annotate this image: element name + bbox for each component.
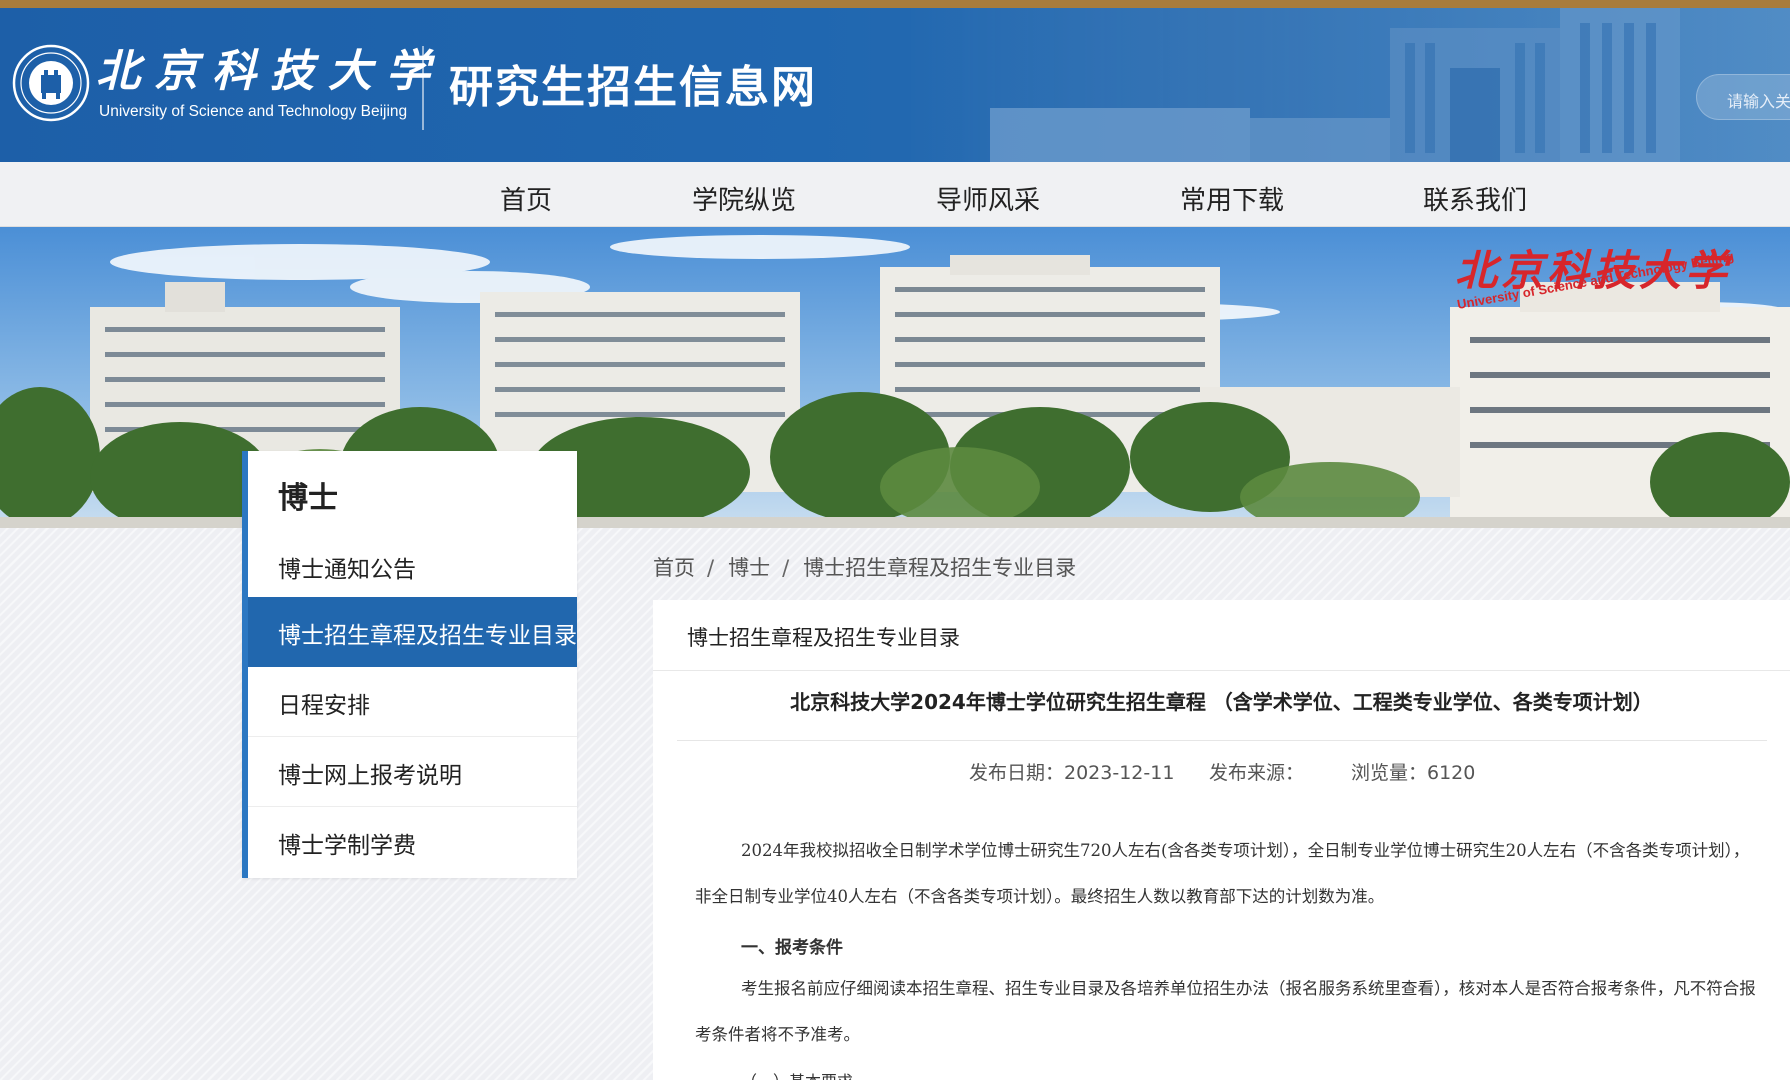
sidebar: 博士 博士通知公告 博士招生章程及招生专业目录 日程安排 博士网上报考说明 博士… (242, 451, 577, 878)
sidebar-item-tuition[interactable]: 博士学制学费 (248, 807, 577, 877)
sidebar-item-admission-rules[interactable]: 博士招生章程及招生专业目录 (248, 597, 577, 667)
article-paragraph: 2024年我校拟招收全日制学术学位博士研究生720人左右(含各类专项计划），全日… (695, 841, 1750, 906)
title-divider (677, 740, 1767, 741)
site-header: 北京科技大学 University of Science and Technol… (0, 8, 1790, 162)
breadcrumb-current[interactable]: 博士招生章程及招生专业目录 (803, 556, 1076, 580)
article-paragraph: 考生报名前应仔细阅读本招生章程、招生专业目录及各培养单位招生办法（报名服务系统里… (695, 979, 1756, 1044)
nav-item-colleges[interactable]: 学院纵览 (692, 180, 796, 217)
publish-date: 发布日期：2023-12-11 (969, 762, 1175, 784)
breadcrumb-separator: / (782, 556, 790, 580)
view-count: 浏览量：6120 (1351, 762, 1476, 784)
sidebar-item-notices[interactable]: 博士通知公告 (248, 531, 577, 601)
site-title: 研究生招生信息网 (449, 62, 817, 113)
header-divider (422, 46, 424, 130)
nav-item-downloads[interactable]: 常用下载 (1180, 180, 1284, 217)
article-subheading: （一）基本要求 (741, 1068, 853, 1080)
article-title: 北京科技大学2024年博士学位研究生招生章程 （含学术学位、工程类专业学位、各类… (790, 690, 1653, 714)
header-building-graphic (890, 8, 1790, 162)
breadcrumb-phd[interactable]: 博士 (728, 556, 770, 580)
university-logo-text: 北京科技大学 (96, 46, 444, 97)
section-title: 博士招生章程及招生专业目录 (653, 600, 1790, 671)
main-nav: 首页 学院纵览 导师风采 常用下载 联系我们 (0, 162, 1790, 227)
search-input[interactable] (1696, 74, 1790, 120)
sidebar-title: 博士 (278, 481, 338, 516)
sidebar-item-schedule[interactable]: 日程安排 (248, 667, 577, 737)
header-top-stripe (0, 0, 1790, 8)
breadcrumb-separator: / (707, 556, 715, 580)
nav-item-contact[interactable]: 联系我们 (1423, 180, 1527, 217)
university-seal-icon (12, 44, 90, 122)
nav-item-home[interactable]: 首页 (500, 180, 552, 217)
nav-item-supervisors[interactable]: 导师风采 (936, 180, 1040, 217)
breadcrumb: 首页 / 博士 / 博士招生章程及招生专业目录 (653, 552, 1076, 582)
article-heading: 一、报考条件 (741, 938, 843, 958)
university-logo-english: University of Science and Technology Bei… (99, 103, 408, 120)
publish-source: 发布来源： (1209, 762, 1305, 784)
article-card: 博士招生章程及招生专业目录 北京科技大学2024年博士学位研究生招生章程 （含学… (653, 600, 1790, 1080)
breadcrumb-home[interactable]: 首页 (653, 556, 695, 580)
sidebar-item-online-application[interactable]: 博士网上报考说明 (248, 737, 577, 807)
